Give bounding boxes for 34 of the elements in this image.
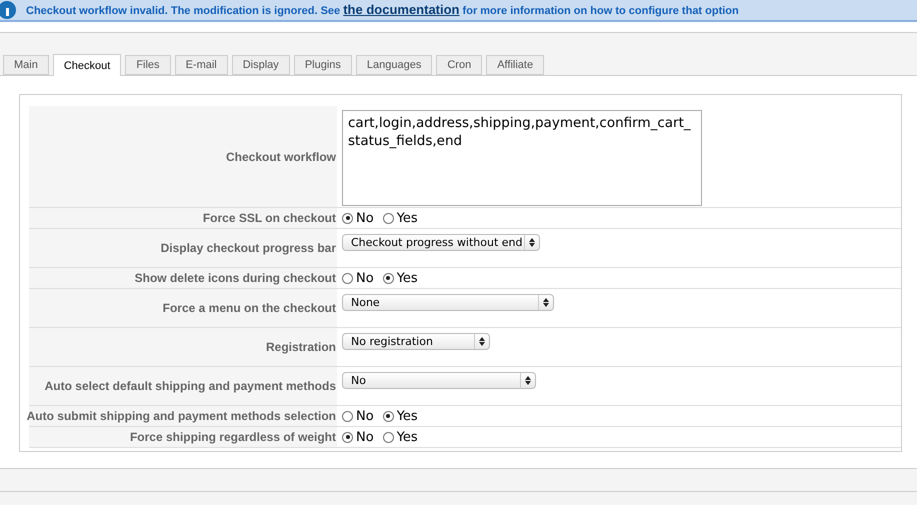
info-icon <box>0 1 18 19</box>
tab[interactable]: Cron <box>436 55 482 75</box>
tab[interactable]: Main <box>3 55 49 75</box>
field-label: Show delete icons during checkout <box>29 268 337 288</box>
message-text: Checkout workflow invalid. The modification is ignored. See the documentation for more information on how to configure that option <box>26 2 739 18</box>
radio-option[interactable]: No <box>342 210 374 226</box>
field-label: Force SSL on checkout <box>29 208 337 228</box>
tab[interactable]: Display <box>232 55 290 75</box>
field-label: Force shipping regardless of weight <box>29 427 337 447</box>
radio-option[interactable]: No <box>342 270 374 286</box>
workflow-textarea[interactable]: cart,login,address,shipping,payment,confirm_cart_status_fields,end <box>342 110 702 206</box>
field-label: Force a menu on the checkout <box>29 289 337 327</box>
radio-option[interactable]: Yes <box>382 408 418 424</box>
radio-option[interactable]: Yes <box>382 430 418 444</box>
field-label: Checkout workflow <box>29 106 337 207</box>
radio-option[interactable]: Yes <box>382 270 418 286</box>
tab[interactable]: Languages <box>356 55 432 75</box>
tab[interactable]: Affiliate <box>486 55 544 75</box>
dropdown[interactable]: No <box>342 372 536 389</box>
dropdown[interactable]: No registration <box>342 333 490 350</box>
tab[interactable]: Checkout <box>52 54 122 76</box>
field-label: Auto submit shipping and payment methods selection <box>29 406 337 426</box>
radio-option[interactable]: No <box>342 430 374 444</box>
tab[interactable]: E-mail <box>174 55 228 75</box>
field-label: Display checkout progress bar <box>29 229 337 267</box>
dropdown[interactable]: Checkout progress without end <box>342 234 540 251</box>
radio-option[interactable]: No <box>342 408 374 424</box>
tab[interactable]: Files <box>125 55 171 75</box>
dropdown[interactable]: None <box>342 294 554 311</box>
field-label: Registration <box>29 328 337 366</box>
documentation-link[interactable]: the documentation <box>343 2 460 16</box>
field-label: Auto select default shipping and payment methods <box>29 367 337 405</box>
tab[interactable]: Plugins <box>294 55 352 75</box>
radio-option[interactable]: Yes <box>382 210 418 226</box>
